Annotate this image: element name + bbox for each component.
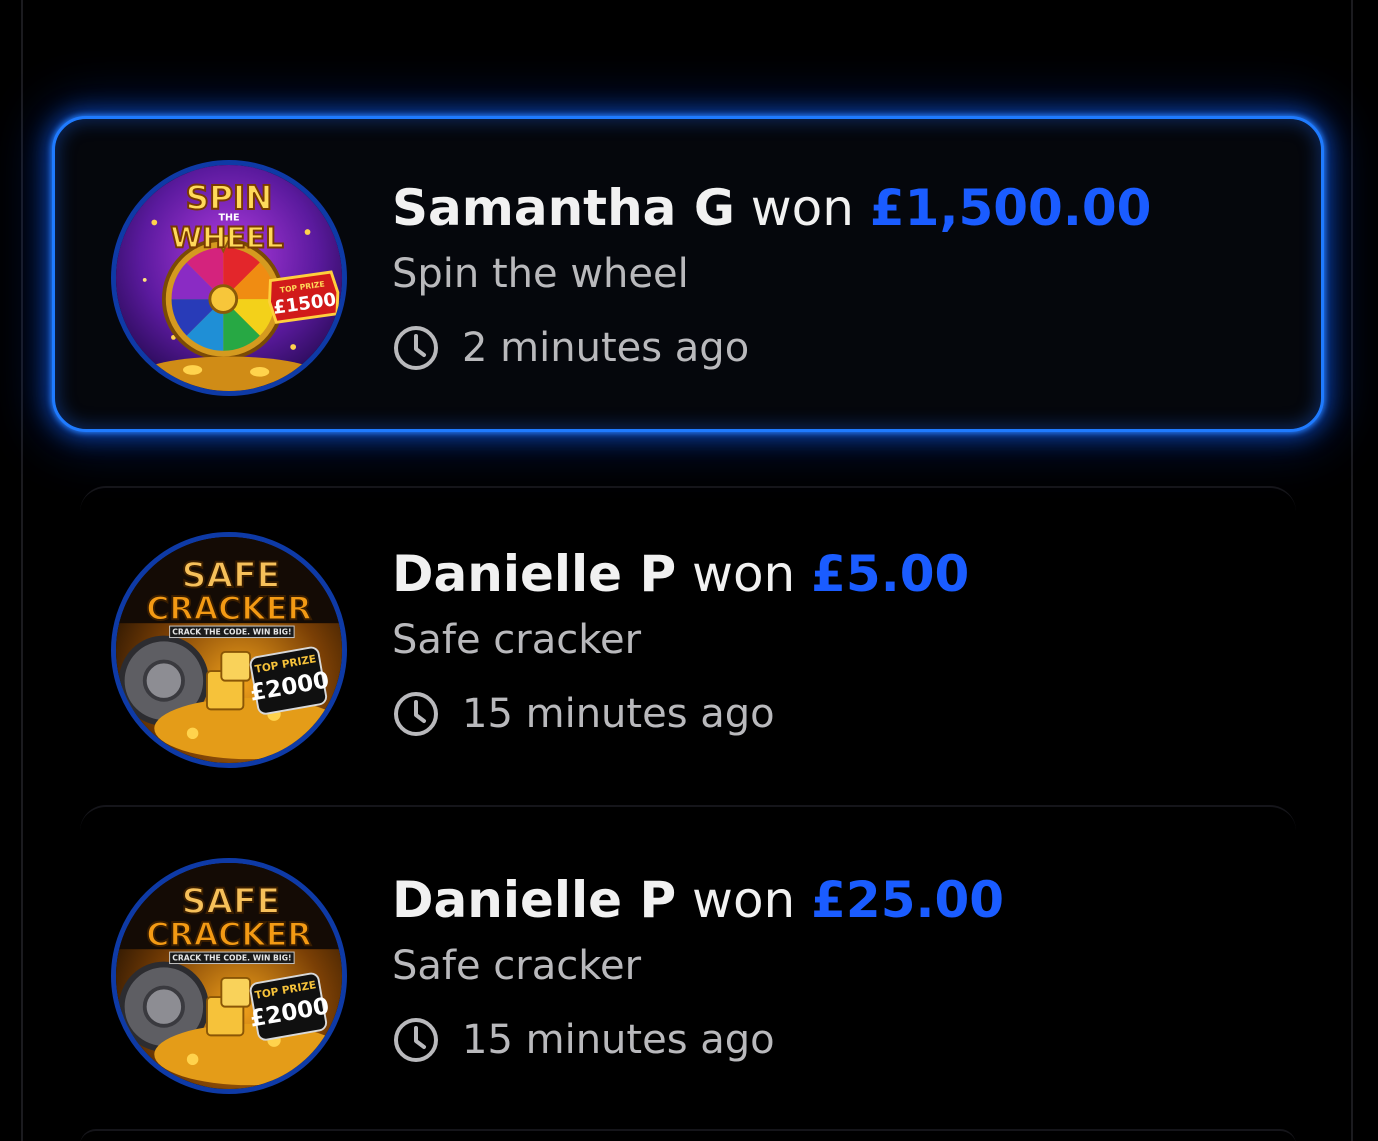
- winner-info: Samantha G won £1,500.00 Spin the wheel …: [392, 178, 1151, 374]
- winner-headline: Samantha G won £1,500.00: [392, 178, 1151, 238]
- safe-cracker-game-art-icon: SAFE CRACKER CRACK THE CODE. WIN BIG! TO…: [116, 537, 342, 763]
- thumb-tagline: CRACK THE CODE. WIN BIG!: [172, 954, 291, 963]
- thumb-title-top: SAFE: [182, 556, 281, 596]
- clock-icon: [394, 692, 438, 736]
- won-label: won: [692, 545, 796, 603]
- player-name: Samantha G: [392, 179, 735, 237]
- game-name: Spin the wheel: [392, 251, 689, 297]
- game-name: Safe cracker: [392, 943, 642, 989]
- player-name: Danielle P: [392, 545, 677, 603]
- time-ago: 2 minutes ago: [462, 325, 750, 371]
- safe-cracker-thumbnail[interactable]: SAFE CRACKER CRACK THE CODE. WIN BIG! TO…: [111, 858, 347, 1094]
- thumb-title-bottom: CRACKER: [146, 917, 312, 953]
- game-name: Safe cracker: [392, 617, 642, 663]
- thumb-title-top: SAFE: [182, 882, 281, 922]
- thumb-tagline: CRACK THE CODE. WIN BIG!: [172, 628, 291, 637]
- safe-cracker-thumbnail[interactable]: SAFE CRACKER CRACK THE CODE. WIN BIG! TO…: [111, 532, 347, 768]
- clock-icon: [394, 326, 438, 370]
- win-amount: £1,500.00: [869, 179, 1152, 237]
- clock-icon: [394, 1018, 438, 1062]
- spin-the-wheel-thumbnail[interactable]: SPIN THE WHEEL TOP PRIZE £1500: [111, 160, 347, 396]
- thumb-title-bottom: WHEEL: [170, 220, 283, 254]
- winner-headline: Danielle P won £25.00: [392, 870, 1004, 930]
- spin-the-wheel-game-art-icon: SPIN THE WHEEL TOP PRIZE £1500: [116, 165, 342, 391]
- thumb-title-top: SPIN: [186, 179, 273, 217]
- next-card-edge: [80, 1129, 1296, 1141]
- won-label: won: [692, 871, 796, 929]
- time-row: 15 minutes ago: [392, 1014, 1004, 1066]
- time-row: 2 minutes ago: [392, 322, 1151, 374]
- player-name: Danielle P: [392, 871, 677, 929]
- win-amount: £25.00: [811, 871, 1005, 929]
- thumb-title-bottom: CRACKER: [146, 591, 312, 627]
- time-ago: 15 minutes ago: [462, 1017, 775, 1063]
- time-row: 15 minutes ago: [392, 688, 969, 740]
- winner-info: Danielle P won £5.00 Safe cracker 15 min…: [392, 544, 969, 740]
- win-amount: £5.00: [811, 545, 970, 603]
- recent-winners-feed: SPIN THE WHEEL TOP PRIZE £1500 Samantha …: [0, 0, 1378, 1141]
- time-ago: 15 minutes ago: [462, 691, 775, 737]
- safe-cracker-game-art-icon: SAFE CRACKER CRACK THE CODE. WIN BIG! TO…: [116, 863, 342, 1089]
- winner-info: Danielle P won £25.00 Safe cracker 15 mi…: [392, 870, 1004, 1066]
- won-label: won: [750, 179, 854, 237]
- winner-headline: Danielle P won £5.00: [392, 544, 969, 604]
